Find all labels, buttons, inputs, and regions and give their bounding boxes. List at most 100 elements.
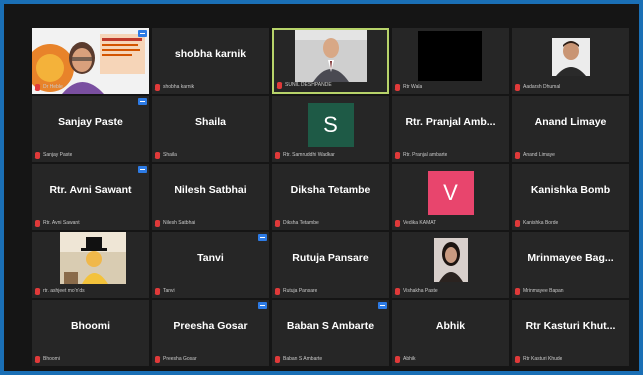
video-options-icon[interactable] [258, 302, 267, 309]
participant-name-bar: shobha karnik [155, 82, 266, 92]
participant-name-bar: rtr. ashjeet mo'n'ds [35, 286, 146, 296]
muted-mic-icon [155, 151, 160, 159]
participant-name-label: Rtr Kasturi Khude [523, 356, 563, 362]
participant-name-label: Bhoomi [43, 356, 60, 362]
participant-display-name: Shaila [195, 116, 226, 128]
muted-mic-icon [395, 219, 400, 227]
muted-mic-icon [35, 219, 40, 227]
participant-display-name: Abhik [435, 320, 466, 332]
muted-mic-icon [35, 287, 40, 295]
participant-video [552, 38, 590, 76]
participant-name-bar: Kanishka Borde [515, 218, 626, 228]
participant-tile-bhoomi[interactable]: Bhoomi Bhoomi [32, 300, 149, 366]
participant-name-bar: Dr Heble [35, 82, 146, 92]
participant-avatar: V [427, 171, 474, 215]
participant-name-label: Rtr. Samruddhi Wadkar [283, 152, 335, 158]
participant-name-bar: Nilesh Satbhai [155, 218, 266, 228]
participant-tile-rtr-pranjal-ambarte[interactable]: Rtr. Pranjal Amb... Rtr. Pranjal ambarte [392, 96, 509, 162]
participant-display-name: Mrinmayee Bag... [527, 252, 614, 264]
muted-mic-icon [515, 287, 520, 295]
participant-tile-rtr-kasturi-khude[interactable]: Rtr Kasturi Khut... Rtr Kasturi Khude [512, 300, 629, 366]
participant-video [60, 232, 126, 284]
participant-tile-vedika-kamat[interactable]: V Vedika KAMAT [392, 164, 509, 230]
participant-name-label: Tanvi [163, 288, 175, 294]
participant-display-name: Rtr. Avni Sawant [49, 184, 132, 196]
participant-tile-abhik[interactable]: Abhik Abhik [392, 300, 509, 366]
participant-name-label: shobha karnik [163, 84, 195, 90]
participant-display-name: Kanishka Bomb [530, 184, 611, 196]
participant-name-label: Dr Heble [43, 84, 63, 90]
participant-name-bar: SUNIL DESHPANDE [277, 80, 384, 90]
participant-tile-sunil-deshpande[interactable]: SUNIL DESHPANDE [272, 28, 389, 94]
participant-name-label: SUNIL DESHPANDE [285, 82, 332, 88]
video-options-icon[interactable] [258, 234, 267, 241]
participant-tile-shaila[interactable]: Shaila Shaila [152, 96, 269, 162]
muted-mic-icon [35, 151, 40, 159]
video-options-icon[interactable] [138, 98, 147, 105]
participant-tile-vishakha-paste[interactable]: Vishakha Paste [392, 232, 509, 298]
participant-tile-baban-s-ambarte[interactable]: Baban S Ambarte Baban S Ambarte [272, 300, 389, 366]
participant-name-bar: Rtr Wala [395, 82, 506, 92]
video-options-icon[interactable] [138, 166, 147, 173]
participant-tile-tanvi[interactable]: Tanvi Tanvi [152, 232, 269, 298]
participant-name-label: Preesha Gosar [163, 356, 197, 362]
participant-name-label: Rtr Wala [403, 84, 423, 90]
participant-name-label: Mrinmayee Bapan [523, 288, 564, 294]
participant-name-label: Anand Limaye [523, 152, 555, 158]
participant-display-name: Nilesh Satbhai [174, 184, 247, 196]
participant-name-label: Rtr. Pranjal ambarte [403, 152, 448, 158]
muted-mic-icon [35, 83, 40, 91]
muted-mic-icon [275, 219, 280, 227]
video-options-icon[interactable] [378, 302, 387, 309]
muted-mic-icon [395, 151, 400, 159]
participant-tile-mrinmayee-bapan[interactable]: Mrinmayee Bag... Mrinmayee Bapan [512, 232, 629, 298]
participant-tile-preesha-gosar[interactable]: Preesha Gosar Preesha Gosar [152, 300, 269, 366]
participant-tile-nilesh-satbhai[interactable]: Nilesh Satbhai Nilesh Satbhai [152, 164, 269, 230]
participant-name-bar: Vishakha Paste [395, 286, 506, 296]
participant-video [434, 238, 468, 282]
muted-mic-icon [275, 151, 280, 159]
participant-tile-aadarsh-dhumal[interactable]: Aadarsh Dhumal [512, 28, 629, 94]
participant-display-name: Baban S Ambarte [286, 320, 375, 332]
muted-mic-icon [155, 355, 160, 363]
participant-name-label: Baban S Ambarte [283, 356, 323, 362]
video-options-icon[interactable] [138, 30, 147, 37]
participant-display-name: Rtr Kasturi Khut... [525, 320, 616, 332]
participant-name-label: Sanjay Paste [43, 152, 73, 158]
muted-mic-icon [515, 355, 520, 363]
participant-name-label: Abhik [403, 356, 416, 362]
participant-name-label: Rutuja Pansare [283, 288, 318, 294]
participant-name-bar: Baban S Ambarte [275, 354, 386, 364]
participant-tile-sanjay-paste[interactable]: Sanjay Paste Sanjay Paste [32, 96, 149, 162]
participant-tile-rutuja-pansare[interactable]: Rutuja Pansare Rutuja Pansare [272, 232, 389, 298]
participant-tile-rtr-wala[interactable]: Rtr Wala [392, 28, 509, 94]
participant-tile-anand-limaye[interactable]: Anand Limaye Anand Limaye [512, 96, 629, 162]
participant-display-name: Anand Limaye [534, 116, 607, 128]
participant-name-label: Rtr. Avni Sawant [43, 220, 80, 226]
muted-mic-icon [275, 287, 280, 295]
participant-display-name: Rtr. Pranjal Amb... [405, 116, 496, 128]
participant-name-bar: Rtr Kasturi Khude [515, 354, 626, 364]
participant-name-bar: Rtr. Samruddhi Wadkar [275, 150, 386, 160]
participant-name-label: Vedika KAMAT [403, 220, 437, 226]
participant-name-bar: Preesha Gosar [155, 354, 266, 364]
participant-display-name: Diksha Tetambe [290, 184, 371, 196]
participant-name-bar: Diksha Tetambe [275, 218, 386, 228]
participant-name-label: Shaila [163, 152, 177, 158]
participant-tile-kanishka-borde[interactable]: Kanishka Bomb Kanishka Borde [512, 164, 629, 230]
muted-mic-icon [275, 355, 280, 363]
participant-tile-shobha-karnik[interactable]: shobha karnik shobha karnik [152, 28, 269, 94]
participant-tile-rtr-ashjeet-mo-n-ds[interactable]: rtr. ashjeet mo'n'ds [32, 232, 149, 298]
muted-mic-icon [515, 219, 520, 227]
muted-mic-icon [515, 151, 520, 159]
participant-name-label: rtr. ashjeet mo'n'ds [43, 288, 85, 294]
participant-video [418, 31, 482, 81]
participant-name-bar: Shaila [155, 150, 266, 160]
participant-name-bar: Sanjay Paste [35, 150, 146, 160]
participant-tile-dr-heble[interactable]: Dr Heble [32, 28, 149, 94]
participant-name-label: Diksha Tetambe [283, 220, 319, 226]
participant-tile-rtr-samruddhi-wadkar[interactable]: S Rtr. Samruddhi Wadkar [272, 96, 389, 162]
participant-tile-diksha-tetambe[interactable]: Diksha Tetambe Diksha Tetambe [272, 164, 389, 230]
participant-name-label: Aadarsh Dhumal [523, 84, 561, 90]
participant-tile-rtr-avni-sawant[interactable]: Rtr. Avni Sawant Rtr. Avni Sawant [32, 164, 149, 230]
